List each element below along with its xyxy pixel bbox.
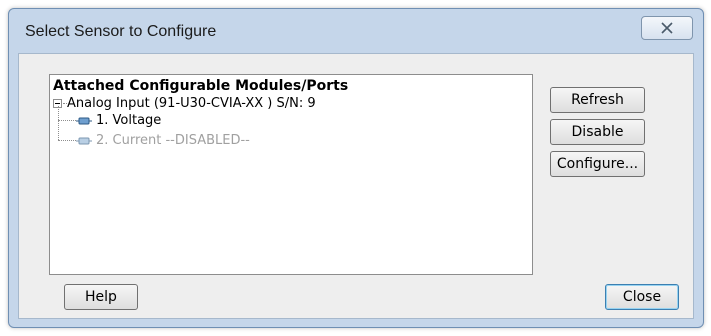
title-bar[interactable]: Select Sensor to Configure: [9, 9, 703, 53]
refresh-button[interactable]: Refresh: [550, 87, 645, 113]
tree-node-label: 1. Voltage: [96, 113, 162, 128]
window-title: Select Sensor to Configure: [25, 23, 217, 40]
port-icon: [76, 117, 92, 124]
dialog-body: Attached Configurable Modules/Ports Anal…: [18, 53, 694, 319]
tree-connector: [58, 140, 76, 141]
help-button[interactable]: Help: [64, 284, 138, 310]
dialog-window: Select Sensor to Configure Attached Conf…: [8, 8, 704, 328]
tree-node-label: 2. Current --DISABLED--: [96, 133, 250, 148]
tree-node-analog-input[interactable]: Analog Input (91-U30-CVIA-XX ) S/N: 9: [53, 96, 316, 111]
close-button[interactable]: Close: [605, 284, 679, 310]
window-close-button[interactable]: [641, 16, 693, 40]
tree-connector-vertical: [58, 106, 59, 140]
tree-node-current[interactable]: 2. Current --DISABLED--: [76, 133, 250, 148]
disable-button[interactable]: Disable: [550, 119, 645, 145]
close-icon: [661, 22, 673, 34]
module-tree[interactable]: Attached Configurable Modules/Ports Anal…: [49, 74, 533, 275]
tree-node-voltage[interactable]: 1. Voltage: [76, 113, 161, 128]
configure-button[interactable]: Configure...: [550, 151, 645, 177]
port-icon: [76, 137, 92, 144]
tree-node-label: Analog Input (91-U30-CVIA-XX ) S/N: 9: [67, 96, 316, 111]
tree-connector: [58, 120, 76, 121]
tree-header: Attached Configurable Modules/Ports: [53, 78, 349, 94]
